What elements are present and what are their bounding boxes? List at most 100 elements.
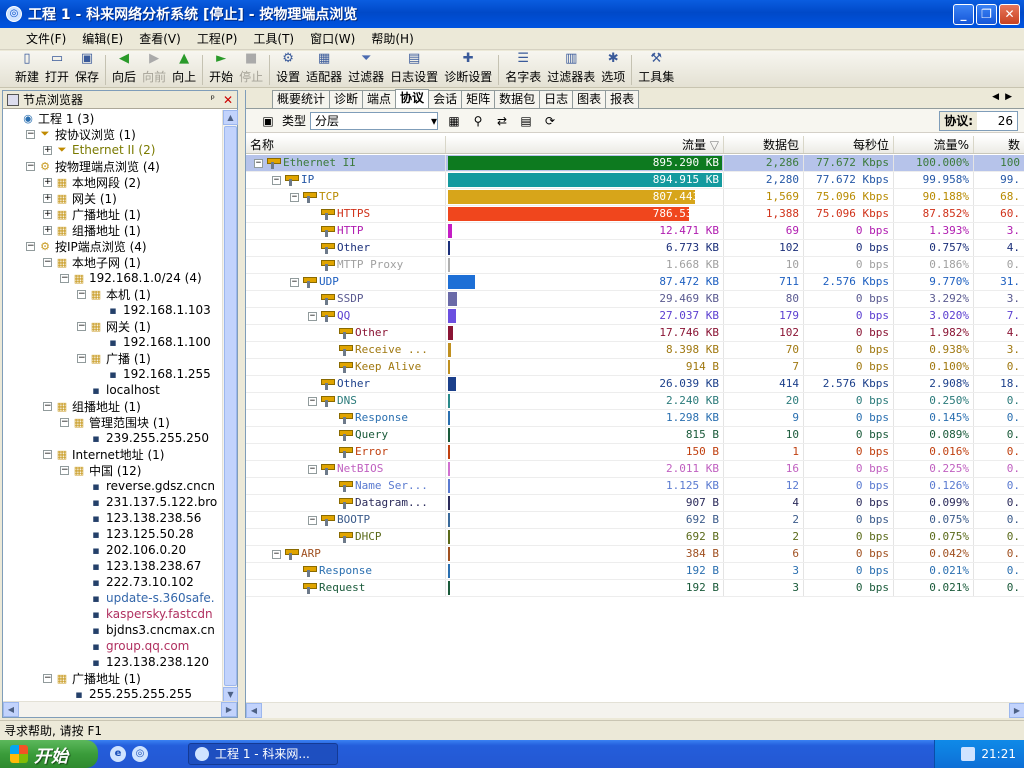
toolbar-button-filter-table[interactable]: ▥ 过滤器表 [544, 51, 598, 87]
menu-item-2[interactable]: 查看(V) [131, 30, 189, 47]
toolbar-button-name-table[interactable]: ☰ 名字表 [502, 51, 544, 87]
expand-icon[interactable]: + [43, 193, 52, 203]
collapse-icon[interactable]: − [60, 273, 69, 283]
protocol-row[interactable]: HTTPS 786.531 KB 1,388 75.096 Kbps 87.852% 60… [246, 206, 1024, 223]
tree-node[interactable]: ▪ 192.168.1.100 [94, 334, 211, 350]
collapse-icon[interactable]: − [77, 289, 86, 299]
protocol-row[interactable]: Response 1.298 KB 9 0 bps 0.145% 0. [246, 410, 1024, 427]
protocol-row[interactable]: Query 815 B 10 0 bps 0.089% 0. [246, 427, 1024, 444]
toolbar-button-open-folder[interactable]: ▭ 打开 [42, 51, 72, 87]
collapse-icon[interactable]: − [272, 549, 281, 559]
toolbar-button-toolset[interactable]: ⚒ 工具集 [635, 51, 677, 87]
protocol-row[interactable]: Error 150 B 10 bps 0.016% 0. [246, 444, 1024, 461]
tree-node[interactable]: ▪ 222.73.10.102 [77, 574, 194, 590]
protocol-row[interactable]: − ARP 384 B 60 bps 0.042% 0. [246, 546, 1024, 563]
collapse-icon[interactable]: − [60, 417, 69, 427]
pin-icon[interactable]: ᵖ [211, 94, 215, 105]
tree-node[interactable]: ▪ 255.255.255.255 [60, 686, 192, 702]
protocol-row[interactable]: Other 26.039 KB 414 2.576 Kbps 2.908% 18. [246, 376, 1024, 393]
tab-2[interactable]: 端点 [362, 90, 397, 108]
tab-8[interactable]: 图表 [572, 90, 607, 108]
tree-node[interactable]: + ▦ 组播地址 (1) [43, 222, 141, 238]
protocol-row[interactable]: Request 192 B 30 bps 0.021% 0. [246, 580, 1024, 597]
collapse-icon[interactable]: − [26, 129, 35, 139]
grid-horizontal-scrollbar[interactable]: ◀ ▶ [246, 702, 1024, 718]
collapse-icon[interactable]: − [43, 401, 52, 411]
tab-scroll-arrows-icon[interactable]: ◀▶ [992, 92, 1018, 102]
protocol-row[interactable]: − UDP 87.472 KB 711 2.576 Kbps 9.770% 31. [246, 274, 1024, 291]
expand-icon[interactable]: + [43, 177, 52, 187]
column-header-0[interactable]: 名称 [246, 136, 446, 153]
tree-node[interactable]: − ▦ Internet地址 (1) [43, 446, 164, 462]
collapse-icon[interactable]: − [43, 449, 52, 459]
collapse-icon[interactable]: − [308, 515, 317, 525]
protocol-row[interactable]: Response 192 B 30 bps 0.021% 0. [246, 563, 1024, 580]
menu-item-5[interactable]: 窗口(W) [302, 30, 363, 47]
protocol-row[interactable]: HTTP 12.471 KB 69 0 bps 1.393% 3. [246, 223, 1024, 240]
column-header-5[interactable]: 数 [974, 136, 1024, 153]
tab-6[interactable]: 数据包 [494, 90, 541, 108]
protocol-row[interactable]: Other 6.773 KB 102 0 bps 0.757% 4. [246, 240, 1024, 257]
filter-tree-icon[interactable]: ⚲ [470, 113, 486, 129]
tree-node[interactable]: − ⚙ 按物理端点浏览 (4) [26, 158, 160, 174]
tray-network-icon[interactable] [961, 747, 976, 761]
tree-node[interactable]: ▪ kaspersky.fastcdn [77, 606, 212, 622]
tree-node[interactable]: + ⏷ Ethernet II (2) [43, 142, 155, 158]
tree-node[interactable]: ▪ bjdns3.cncmax.cn [77, 622, 215, 638]
protocol-row[interactable]: Other 17.746 KB 102 0 bps 1.982% 4. [246, 325, 1024, 342]
toolbar-button-adapter[interactable]: ▦ 适配器 [303, 51, 345, 87]
tab-7[interactable]: 日志 [539, 90, 574, 108]
tree-node[interactable]: ▪ 192.168.1.103 [94, 302, 211, 318]
collapse-icon[interactable]: − [308, 464, 317, 474]
protocol-row[interactable]: − Ethernet II 895.290 KB 2,286 77.672 Kbps 10… [246, 155, 1024, 172]
tree-node[interactable]: − ▦ 组播地址 (1) [43, 398, 141, 414]
tree-node[interactable]: ▪ group.qq.com [77, 638, 189, 654]
tree-node[interactable]: − ▦ 本地子网 (1) [43, 254, 141, 270]
protocol-row[interactable]: Name Ser... 1.125 KB 12 0 bps 0.126% 0. [246, 478, 1024, 495]
scroll-up-icon[interactable]: ▲ [223, 110, 238, 125]
collapse-icon[interactable]: − [308, 311, 317, 321]
tree-node[interactable]: ▪ 123.138.238.56 [77, 510, 201, 526]
tree-node[interactable]: + ▦ 本地网段 (2) [43, 174, 141, 190]
toolbar-button-start[interactable]: ► 开始 [206, 51, 236, 87]
protocol-row[interactable]: Keep Alive 914 B 70 bps 0.100% 0. [246, 359, 1024, 376]
tree-node[interactable]: + ▦ 广播地址 (1) [43, 206, 141, 222]
expand-icon[interactable]: + [43, 225, 52, 235]
close-pane-icon[interactable]: ✕ [223, 93, 233, 107]
menu-item-3[interactable]: 工程(P) [189, 30, 246, 47]
minimize-button[interactable]: _ [953, 4, 974, 25]
column-header-1[interactable]: 流量 ▽ [446, 136, 724, 153]
collapse-icon[interactable]: − [60, 465, 69, 475]
tree-node[interactable]: ▪ 123.125.50.28 [77, 526, 194, 542]
tab-4[interactable]: 会话 [428, 90, 463, 108]
tree-node[interactable]: ▪ 123.138.238.67 [77, 558, 201, 574]
tree-node[interactable]: ▪ 202.106.0.20 [77, 542, 186, 558]
toolbar-button-options[interactable]: ✱ 选项 [598, 51, 628, 87]
toolbar-button-log-settings[interactable]: ▤ 日志设置 [387, 51, 441, 87]
scroll-left-icon[interactable]: ◀ [246, 703, 262, 718]
collapse-icon[interactable]: − [43, 257, 52, 267]
collapse-icon[interactable]: − [254, 158, 263, 168]
menu-item-4[interactable]: 工具(T) [245, 30, 302, 47]
tree-node[interactable]: − ⏷ 按协议浏览 (1) [26, 126, 136, 142]
toolbar-button-diagnosis-settings[interactable]: ✚ 诊断设置 [441, 51, 495, 87]
tree-node[interactable]: ▪ 192.168.1.255 [94, 366, 211, 382]
tab-0[interactable]: 概要统计 [272, 90, 331, 108]
protocol-row[interactable]: − BOOTP 692 B 20 bps 0.075% 0. [246, 512, 1024, 529]
scroll-right-icon[interactable]: ▶ [1009, 703, 1024, 718]
collapse-icon[interactable]: − [308, 396, 317, 406]
tree-node[interactable]: ▪ 231.137.5.122.bro [77, 494, 217, 510]
column-header-2[interactable]: 数据包 [724, 136, 804, 153]
collapse-icon[interactable]: − [26, 241, 35, 251]
refresh-icon[interactable]: ⟳ [542, 113, 558, 129]
menu-item-1[interactable]: 编辑(E) [74, 30, 131, 47]
tab-3[interactable]: 协议 [395, 89, 430, 108]
expand-icon[interactable]: + [43, 209, 52, 219]
tree-node[interactable]: − ▦ 广播 (1) [77, 350, 151, 366]
tree-node[interactable]: − ▦ 管理范围块 (1) [60, 414, 170, 430]
protocol-row[interactable]: − NetBIOS 2.011 KB 16 0 bps 0.225% 0. [246, 461, 1024, 478]
column-header-3[interactable]: 每秒位 [804, 136, 894, 153]
start-button[interactable]: 开始 [0, 740, 98, 768]
scroll-thumb[interactable] [224, 126, 237, 686]
tree-node[interactable]: ▪ update-s.360safe. [77, 590, 214, 606]
